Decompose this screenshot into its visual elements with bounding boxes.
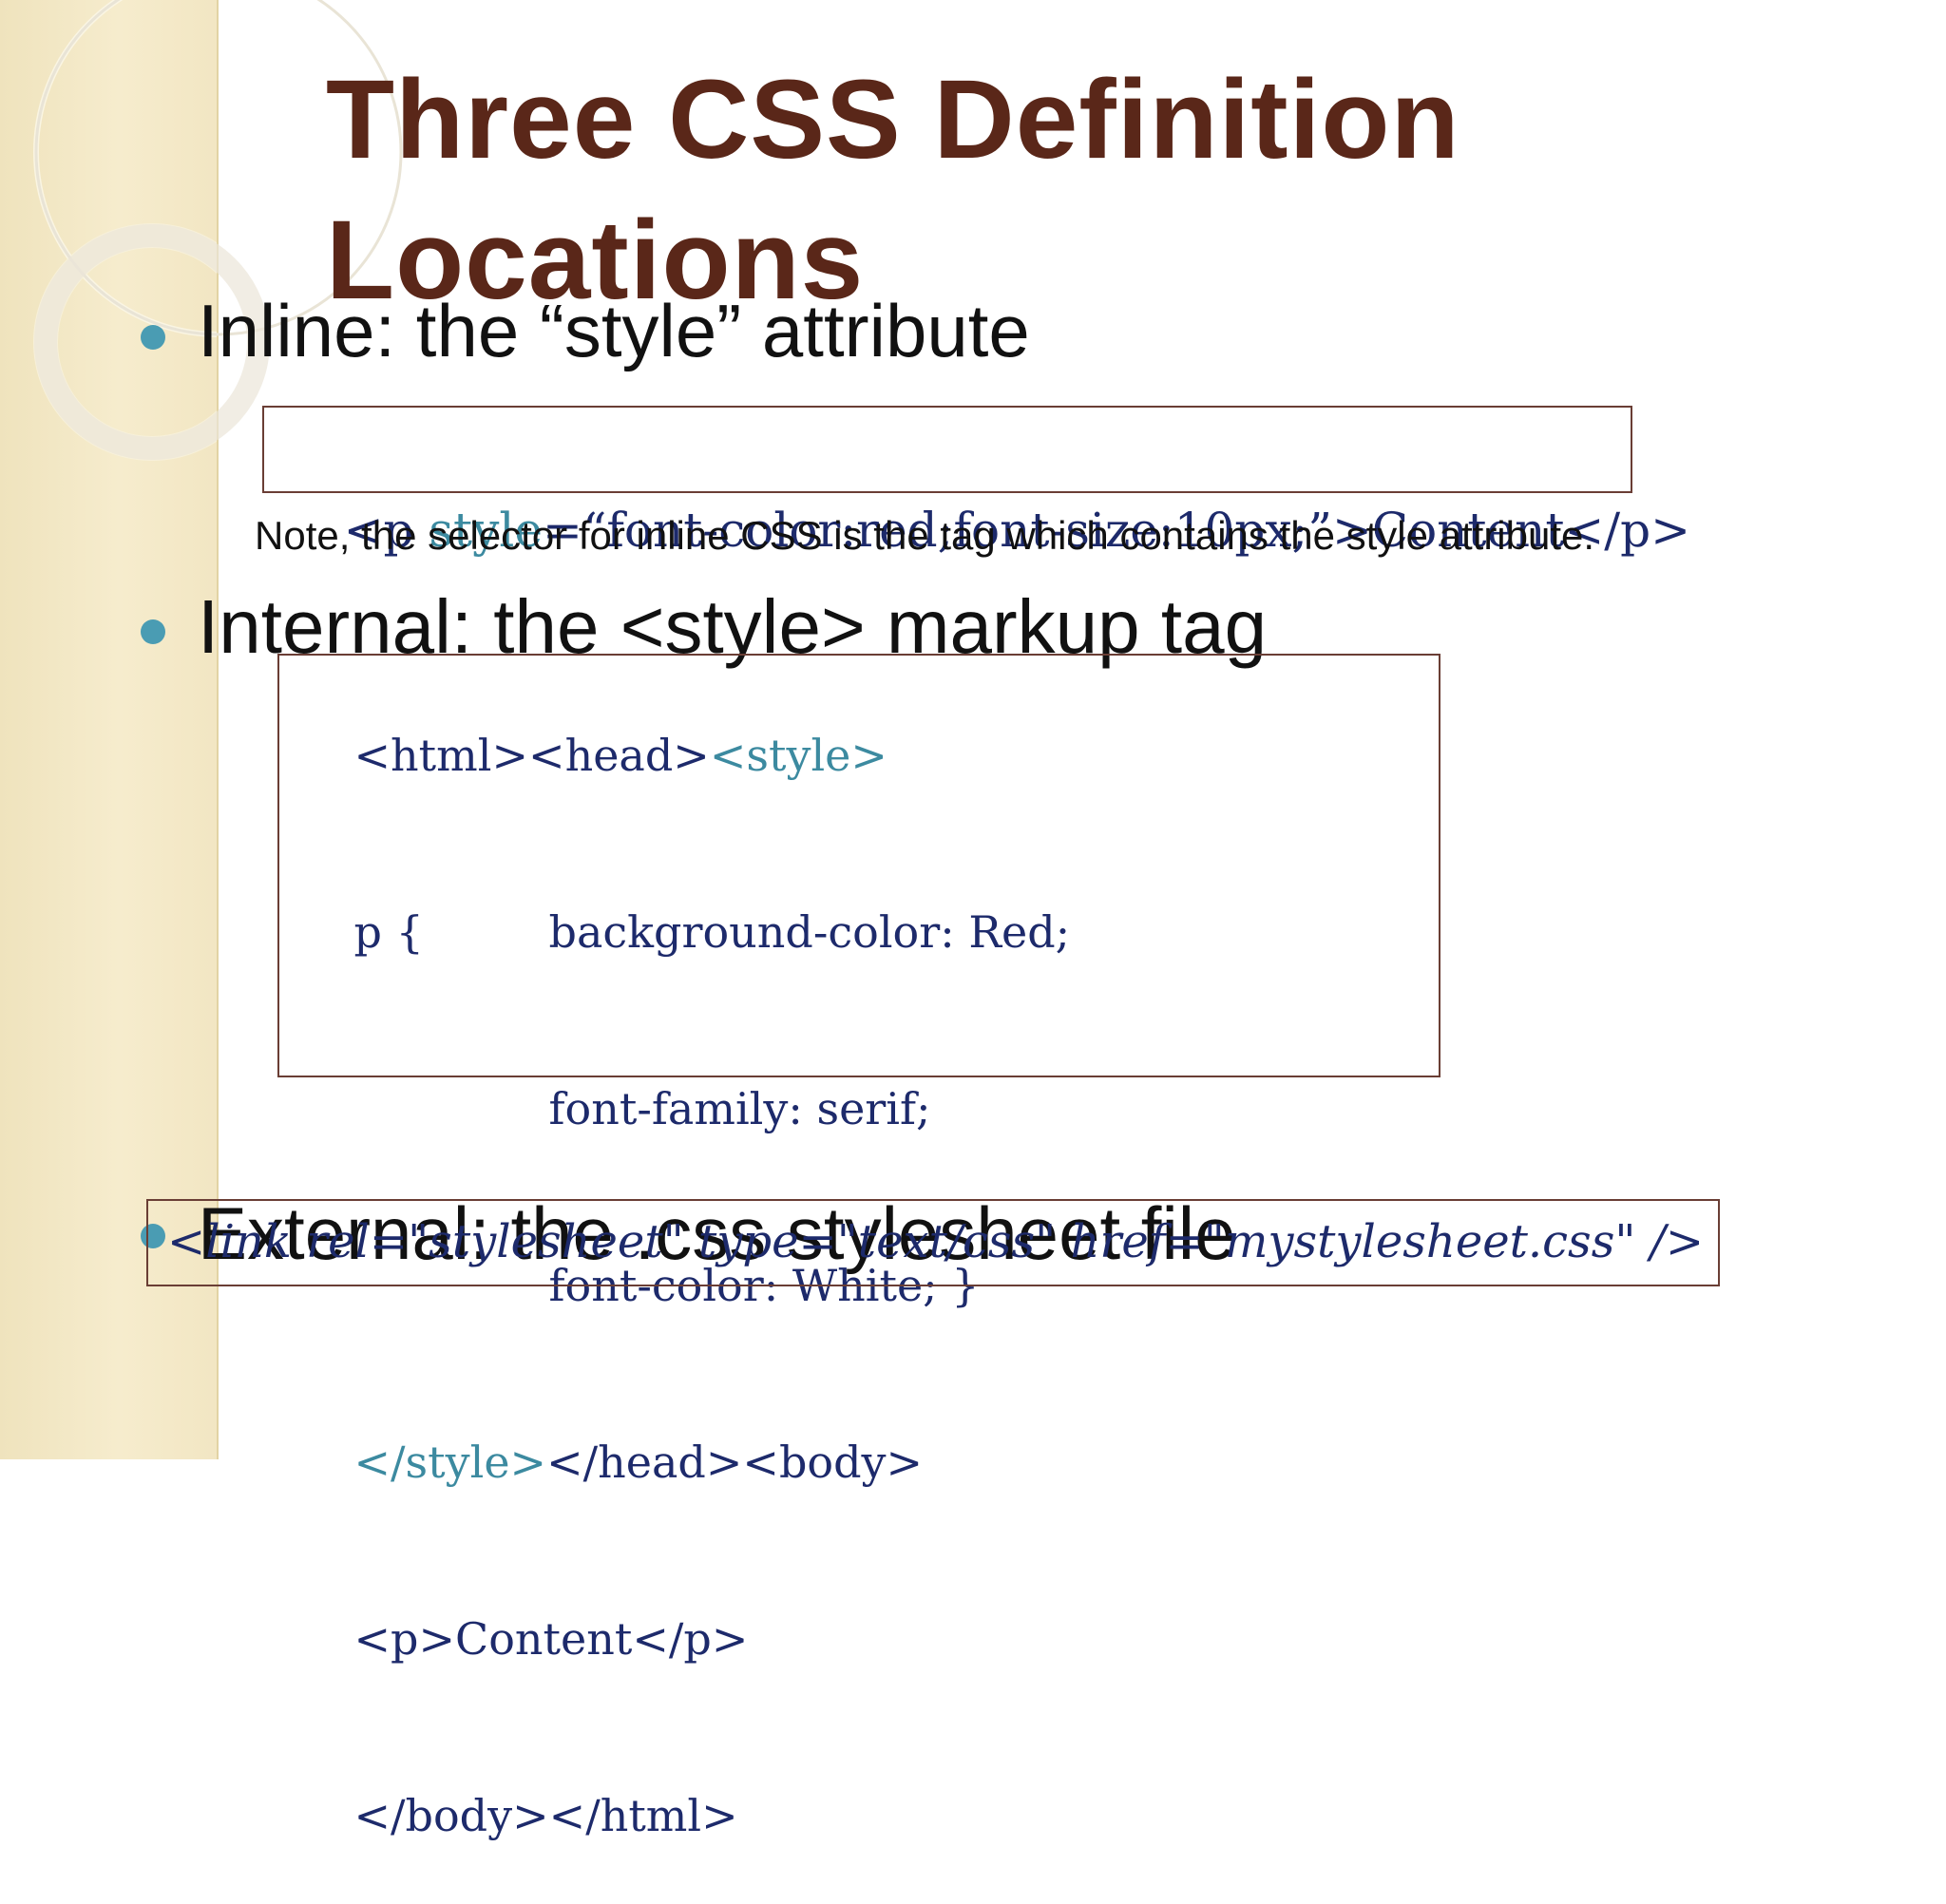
decorative-circles xyxy=(33,0,217,461)
external-code-box: <link rel="stylesheet" type="text/css" h… xyxy=(146,1199,1720,1286)
internal-code-line-3: font-family: serif; xyxy=(493,1020,1652,1197)
slide-title-line-1: Three CSS Definition xyxy=(326,57,1460,182)
internal-code-line-1: <html><head><style> xyxy=(298,667,1458,844)
internal-code-head-body: </head><body> xyxy=(546,1437,924,1488)
internal-code-box: <html><head><style> p { background-color:… xyxy=(277,654,1440,1841)
internal-code-style-open: <style> xyxy=(709,730,887,781)
external-code-line: <link rel="stylesheet" type="text/css" h… xyxy=(167,1215,1705,1268)
internal-code-line-2: p { background-color: Red; xyxy=(298,844,1458,1020)
inline-code-box: <p style=“font-color:red;font-size:10px;… xyxy=(262,406,1690,558)
internal-code-line-6: <p>Content</p> xyxy=(298,1551,1458,1727)
internal-code-body-html-close: </body></html> xyxy=(353,1790,738,1841)
bullet-dot-internal xyxy=(141,619,165,644)
inline-note: Note, the selector for inline CSS is the… xyxy=(255,513,1595,558)
internal-code-selector: p { xyxy=(353,906,424,958)
internal-code-line-5: </style></head><body> xyxy=(298,1374,1458,1551)
bullet-dot-inline xyxy=(141,325,165,350)
internal-code-html-head: <html><head> xyxy=(353,730,710,781)
internal-code-paragraph: <p>Content</p> xyxy=(353,1613,749,1665)
internal-code-font-family: font-family: serif; xyxy=(548,1083,931,1134)
internal-code-background: background-color: Red; xyxy=(548,906,1071,958)
internal-code-line-7: </body></html> xyxy=(298,1727,1458,1904)
bullet-inline: Inline: the “style” attribute xyxy=(198,289,1030,372)
internal-code-style-close: </style> xyxy=(353,1437,547,1488)
